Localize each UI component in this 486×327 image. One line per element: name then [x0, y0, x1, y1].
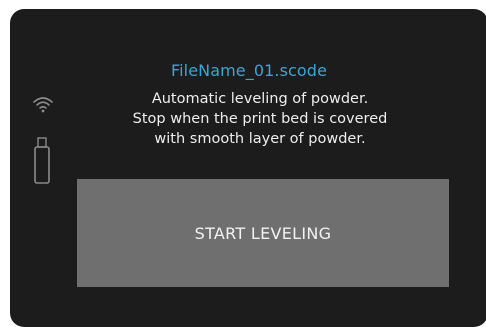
- message-line: Automatic leveling of powder.: [151, 91, 369, 107]
- instruction-message: Automatic leveling of powder. Stop when …: [70, 89, 450, 149]
- printer-screen: FileName_01.scode Automatic leveling of …: [10, 9, 486, 327]
- message-line: Stop when the print bed is covered: [132, 111, 388, 127]
- usb-drive-icon: [34, 137, 50, 184]
- file-name: FileName_01.scode: [170, 61, 328, 80]
- message-line: with smooth layer of powder.: [154, 131, 366, 147]
- start-leveling-button[interactable]: START LEVELING: [77, 179, 449, 287]
- wifi-icon: [33, 97, 53, 113]
